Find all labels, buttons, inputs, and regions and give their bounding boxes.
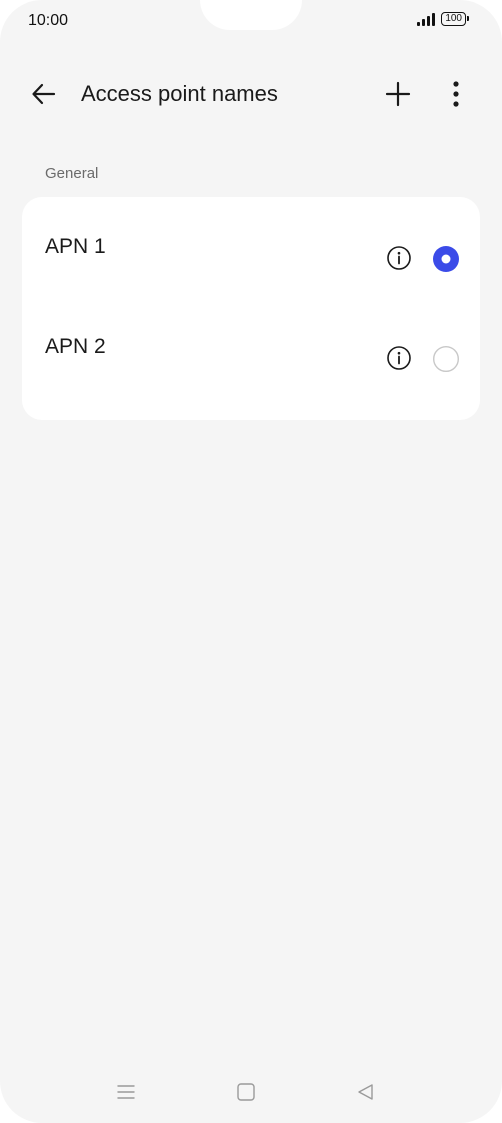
apn-list-card: APN 1 APN 2 [22, 197, 480, 420]
apn-row[interactable]: APN 2 [22, 297, 480, 397]
apn-name: APN 2 [45, 335, 106, 358]
menu-icon [117, 1085, 135, 1099]
apn-row[interactable]: APN 1 [22, 197, 480, 297]
back-button[interactable] [20, 70, 68, 118]
add-icon [385, 81, 411, 107]
app-bar: Access point names [0, 70, 502, 118]
back-arrow-icon [32, 83, 56, 105]
radio-unselected-icon[interactable] [432, 345, 460, 373]
back-triangle-icon [358, 1084, 373, 1100]
camera-notch [200, 0, 302, 30]
home-button[interactable] [226, 1076, 266, 1108]
more-vertical-icon [453, 81, 459, 107]
system-back-button[interactable] [346, 1076, 386, 1108]
recent-apps-button[interactable] [106, 1076, 146, 1108]
apn-name: APN 1 [45, 235, 106, 258]
info-icon[interactable] [386, 345, 412, 371]
more-options-button[interactable] [432, 70, 480, 118]
signal-icon [417, 12, 436, 26]
status-icons: 100 [417, 12, 469, 26]
phone-screen: 10:00 100 Access point names General APN… [0, 0, 502, 1123]
battery-icon: 100 [441, 12, 469, 26]
status-time: 10:00 [28, 12, 69, 29]
system-nav-bar [0, 1070, 502, 1114]
section-label: General [45, 165, 99, 182]
add-apn-button[interactable] [374, 70, 422, 118]
info-icon[interactable] [386, 245, 412, 271]
home-icon [237, 1083, 255, 1101]
radio-selected-icon[interactable] [432, 245, 460, 273]
page-title: Access point names [81, 81, 278, 106]
